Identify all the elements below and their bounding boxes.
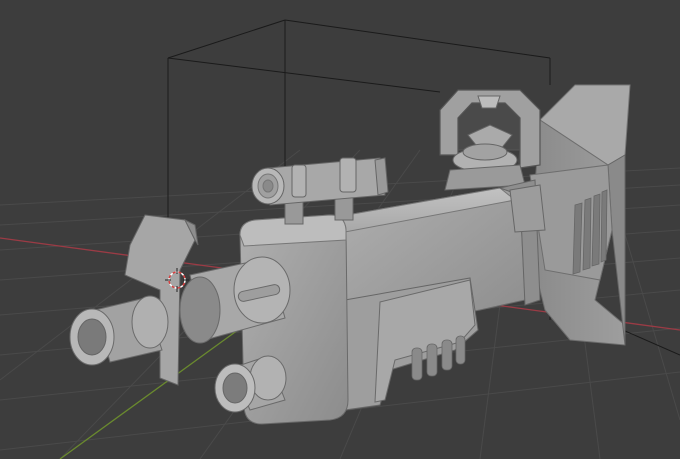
rear-stock[interactable] [529, 84, 631, 346]
lower-housing[interactable] [344, 277, 479, 411]
muzzle-tube[interactable] [69, 295, 169, 366]
rear-sight[interactable] [439, 89, 541, 191]
viewport-canvas[interactable] [0, 0, 680, 459]
3d-viewport[interactable] [0, 0, 680, 459]
